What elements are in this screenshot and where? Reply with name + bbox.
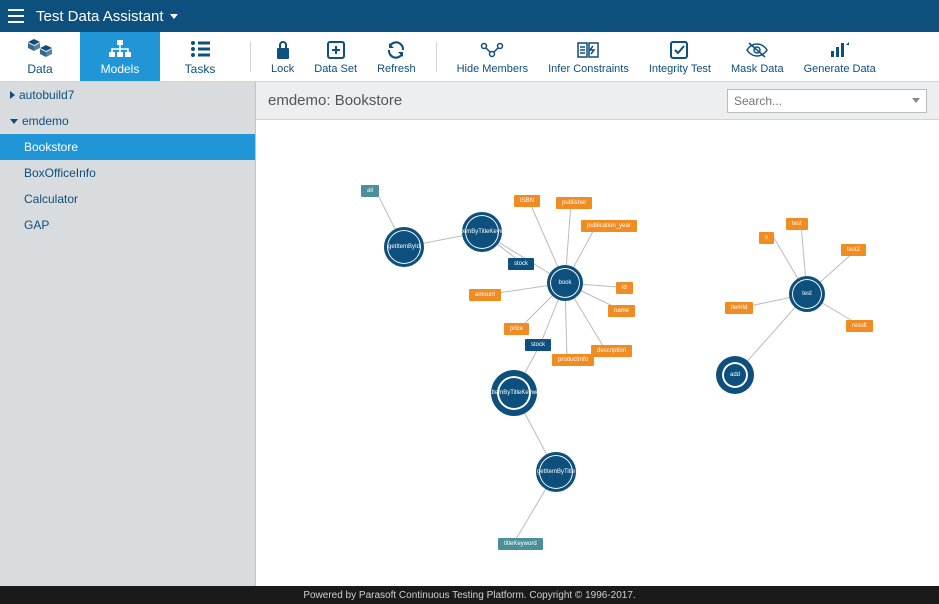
sidebar: autobuild7 emdemo Bookstore BoxOfficeInf… (0, 82, 256, 586)
graph-node-rect[interactable]: amount (469, 289, 501, 301)
app-title: Test Data Assistant (36, 8, 164, 25)
infer-constraints-button[interactable]: Infer Constraints (538, 32, 639, 81)
graph-node-circle[interactable]: getItemByTitleKeyword (494, 373, 534, 413)
refresh-icon (386, 39, 406, 61)
graph-node-rect[interactable]: name (608, 305, 635, 317)
graph-node-rect[interactable]: test2 (841, 244, 866, 256)
graph-node-rect[interactable]: stock (508, 258, 534, 270)
lock-button[interactable]: Lock (261, 32, 304, 81)
graph-node-rect[interactable]: x (759, 232, 774, 244)
caret-down-icon (10, 119, 18, 124)
hide-members-button[interactable]: Hide Members (447, 32, 539, 81)
tree-child-boxofficeinfo[interactable]: BoxOfficeInfo (0, 160, 255, 186)
graph-node-rect[interactable]: price (504, 323, 529, 335)
graph-node-rect[interactable]: id (616, 282, 633, 294)
graph-node-rect[interactable]: all (361, 185, 379, 197)
graph-node-rect[interactable]: stock (525, 339, 551, 351)
tree-item-emdemo[interactable]: emdemo (0, 108, 255, 134)
graph-node-rect[interactable]: publisher (556, 197, 592, 209)
graph-node-circle[interactable]: getItemById (384, 227, 424, 267)
content-header: emdemo: Bookstore (256, 82, 939, 120)
graph-node-rect[interactable]: itemId (725, 302, 753, 314)
graph-node-circle[interactable]: getItemByTitle (536, 452, 576, 492)
caret-down-icon (912, 98, 920, 103)
graph-node-circle[interactable]: add (719, 359, 751, 391)
graph-node-circle[interactable]: getItemByTitleKeyword (462, 212, 502, 252)
eye-off-icon (746, 39, 768, 61)
hierarchy-icon (108, 38, 132, 60)
integrity-test-button[interactable]: Integrity Test (639, 32, 721, 81)
tab-tasks[interactable]: Tasks (160, 32, 240, 81)
graph-node-circle[interactable]: test (789, 276, 825, 312)
app-title-dropdown[interactable]: Test Data Assistant (36, 8, 178, 25)
caret-right-icon (10, 91, 15, 99)
search-input[interactable] (734, 94, 894, 108)
mask-data-button[interactable]: Mask Data (721, 32, 794, 81)
cubes-icon (28, 38, 52, 60)
check-square-icon (670, 39, 690, 61)
graph-node-rect[interactable]: publication_year (581, 220, 637, 232)
tab-models[interactable]: Models (80, 32, 160, 81)
nodes-icon (480, 39, 504, 61)
graph-node-circle[interactable]: book (547, 265, 583, 301)
graph-node-rect[interactable]: result (846, 320, 873, 332)
footer: Powered by Parasoft Continuous Testing P… (0, 586, 939, 604)
graph-canvas[interactable]: getItemById getItemByTitleKeyword book getI… (256, 120, 939, 586)
generate-data-button[interactable]: Generate Data (794, 32, 886, 81)
content-title: emdemo: Bookstore (268, 92, 402, 109)
graph-node-rect[interactable]: productInfo (552, 354, 594, 366)
tree-child-calculator[interactable]: Calculator (0, 186, 255, 212)
tab-data[interactable]: Data (0, 32, 80, 81)
tree-child-gap[interactable]: GAP (0, 212, 255, 238)
bars-icon (830, 39, 850, 61)
refresh-button[interactable]: Refresh (367, 32, 426, 81)
toolbar: Data Models Tasks Lock Data Set Refresh … (0, 32, 939, 82)
graph-node-rect[interactable]: test (786, 218, 808, 230)
caret-down-icon (170, 14, 178, 19)
dataset-button[interactable]: Data Set (304, 32, 367, 81)
plus-square-icon (327, 39, 345, 61)
lock-icon (275, 39, 291, 61)
graph-node-rect[interactable]: titleKeyword (498, 538, 543, 550)
list-icon (190, 38, 210, 60)
graph-node-rect[interactable]: ISBN (514, 195, 540, 207)
tree-item-autobuild7[interactable]: autobuild7 (0, 82, 255, 108)
graph-node-rect[interactable]: description (591, 345, 632, 357)
tree-child-bookstore[interactable]: Bookstore (0, 134, 255, 160)
menu-icon[interactable] (8, 9, 24, 23)
search-dropdown[interactable] (727, 89, 927, 113)
infer-icon (577, 39, 599, 61)
